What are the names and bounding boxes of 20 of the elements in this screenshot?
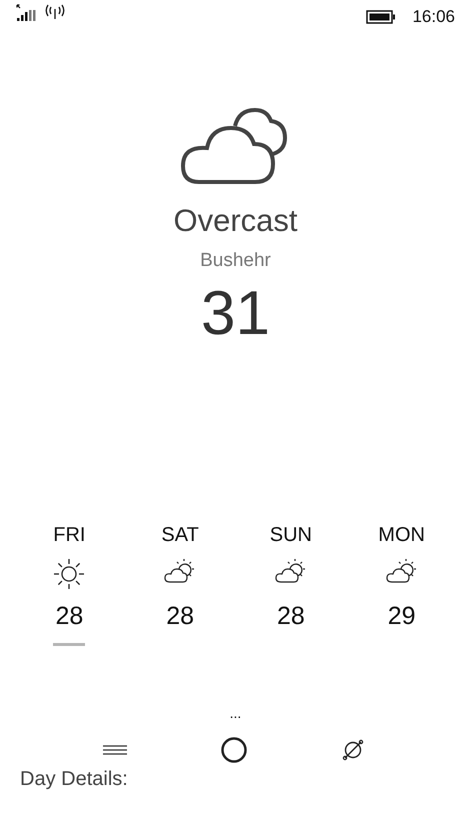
sun-icon bbox=[53, 558, 86, 590]
city-name: Bushehr bbox=[200, 249, 271, 274]
sun-behind-cloud-icon bbox=[164, 558, 196, 584]
current-temperature: 31 bbox=[201, 280, 270, 348]
circle-icon[interactable] bbox=[220, 736, 248, 764]
sun-behind-cloud-icon bbox=[274, 558, 307, 584]
signal-icon bbox=[16, 4, 36, 22]
sun-behind-cloud-icon bbox=[386, 558, 418, 584]
day-details-label: Day Details: bbox=[19, 767, 129, 792]
forecast-day[interactable]: FRI 28 bbox=[53, 520, 86, 646]
battery-icon bbox=[366, 10, 396, 24]
wifi-antenna-icon bbox=[44, 4, 66, 20]
clock-time: 16:06 bbox=[412, 6, 455, 28]
more-button[interactable]: ... bbox=[230, 706, 242, 720]
planet-icon[interactable] bbox=[342, 739, 364, 762]
weather-condition: Overcast bbox=[173, 202, 298, 240]
list-icon[interactable] bbox=[102, 745, 127, 756]
forecast-day[interactable]: MON 29 bbox=[378, 520, 425, 646]
forecast-day[interactable]: SAT 28 bbox=[161, 520, 199, 646]
forecast-day[interactable]: SUN 28 bbox=[270, 520, 312, 646]
